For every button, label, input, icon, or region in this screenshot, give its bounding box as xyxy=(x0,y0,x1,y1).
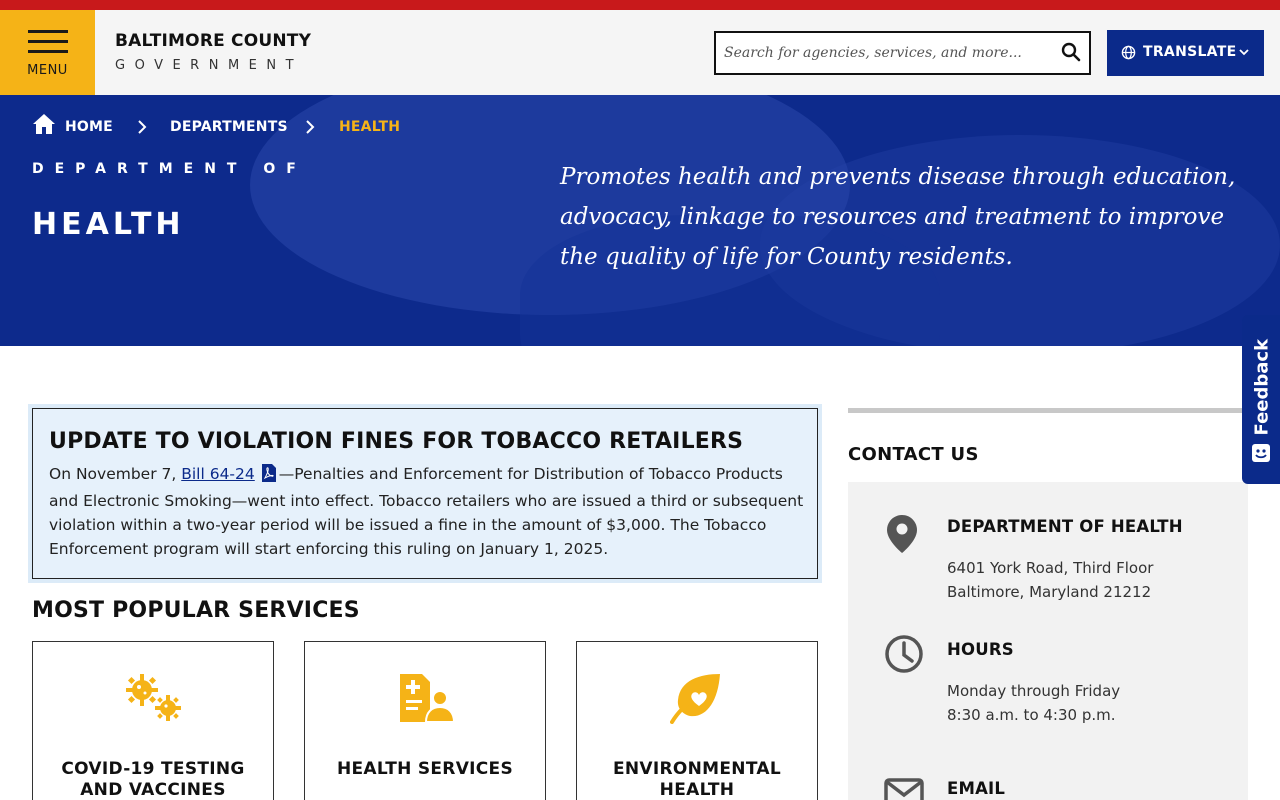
contact-address-line: 6401 York Road, Third Floor xyxy=(947,559,1154,577)
chevron-right-icon xyxy=(304,119,316,139)
service-card-label-line: HEALTH xyxy=(659,780,735,800)
feedback-tab[interactable]: Feedback xyxy=(1242,315,1280,484)
breadcrumb-current: HEALTH xyxy=(339,119,401,135)
breadcrumb-departments-link[interactable]: DEPARTMENTS xyxy=(170,119,288,135)
page-title: HEALTH xyxy=(32,207,185,242)
department-of-label: DEPARTMENT OF xyxy=(32,161,307,177)
search-input[interactable] xyxy=(724,41,1044,65)
hamburger-icon-bar xyxy=(28,40,68,43)
service-card-label: HEALTH SERVICES xyxy=(305,759,545,780)
service-card-label-line: COVID-19 TESTING xyxy=(61,759,245,779)
contact-divider xyxy=(848,408,1242,413)
site-header: MENU BALTIMORE COUNTY GOVERNMENT TRANSLA… xyxy=(0,10,1280,95)
contact-address-line: Baltimore, Maryland 21212 xyxy=(947,583,1152,601)
service-card-environmental-health[interactable]: ENVIRONMENTAL HEALTH xyxy=(576,641,818,800)
logo-title[interactable]: BALTIMORE COUNTY xyxy=(115,31,311,51)
alert-box: UPDATE TO VIOLATION FINES FOR TOBACCO RE… xyxy=(28,404,822,583)
service-card-covid[interactable]: COVID-19 TESTING AND VACCINES xyxy=(32,641,274,800)
hamburger-icon-bar xyxy=(28,30,68,33)
globe-icon xyxy=(1121,45,1136,64)
service-card-label-line: AND VACCINES xyxy=(80,780,226,800)
hours-line: Monday through Friday xyxy=(947,682,1121,700)
translate-label: TRANSLATE xyxy=(1143,44,1237,60)
menu-button[interactable]: MENU xyxy=(0,10,95,95)
hamburger-icon-bar xyxy=(28,50,68,53)
breadcrumb-home-link[interactable]: HOME xyxy=(65,119,113,135)
leaf-heart-icon xyxy=(577,672,817,724)
medical-file-person-icon xyxy=(305,672,545,724)
service-card-label-line: ENVIRONMENTAL xyxy=(612,759,781,779)
chevron-right-icon xyxy=(136,119,148,139)
hours-line: 8:30 a.m. to 4:30 p.m. xyxy=(947,706,1116,724)
popular-services-heading: MOST POPULAR SERVICES xyxy=(32,598,360,623)
department-mission: Promotes health and prevents disease thr… xyxy=(560,164,1236,270)
service-card-label: COVID-19 TESTING AND VACCINES xyxy=(33,759,273,800)
contact-us-heading: CONTACT US xyxy=(848,444,979,465)
chevron-down-icon xyxy=(1238,46,1250,62)
home-icon[interactable] xyxy=(32,113,56,139)
translate-button[interactable]: TRANSLATE xyxy=(1107,30,1264,76)
service-card-label-line: HEALTH SERVICES xyxy=(336,759,514,779)
service-card-label: ENVIRONMENTAL HEALTH xyxy=(577,759,817,800)
feedback-label: Feedback xyxy=(1251,338,1273,436)
clock-icon xyxy=(884,634,924,678)
alert-text-start: On November 7, xyxy=(49,465,182,483)
virus-icon xyxy=(33,672,273,724)
search-icon[interactable] xyxy=(1061,42,1081,66)
pdf-icon xyxy=(261,464,277,489)
map-pin-icon xyxy=(886,514,918,558)
contact-department-name: DEPARTMENT OF HEALTH xyxy=(947,517,1183,536)
service-card-health-services[interactable]: HEALTH SERVICES xyxy=(304,641,546,800)
feedback-smiley-icon xyxy=(1251,443,1271,467)
bill-link[interactable]: Bill 64-24 xyxy=(181,465,255,483)
contact-info-panel: DEPARTMENT OF HEALTH 6401 York Road, Thi… xyxy=(848,482,1248,800)
top-accent-bar xyxy=(0,0,1280,10)
menu-label: MENU xyxy=(27,63,68,78)
hours-heading: HOURS xyxy=(947,640,1014,659)
logo-subtitle[interactable]: GOVERNMENT xyxy=(115,58,303,73)
alert-title: UPDATE TO VIOLATION FINES FOR TOBACCO RE… xyxy=(49,429,744,454)
email-heading: EMAIL xyxy=(947,779,1006,798)
envelope-icon xyxy=(884,778,924,800)
hero-banner: HOME DEPARTMENTS HEALTH DEPARTMENT OF HE… xyxy=(0,95,1280,346)
search-box xyxy=(714,31,1091,75)
alert-text: On November 7, Bill 64-24 —Penalties and … xyxy=(49,462,809,561)
